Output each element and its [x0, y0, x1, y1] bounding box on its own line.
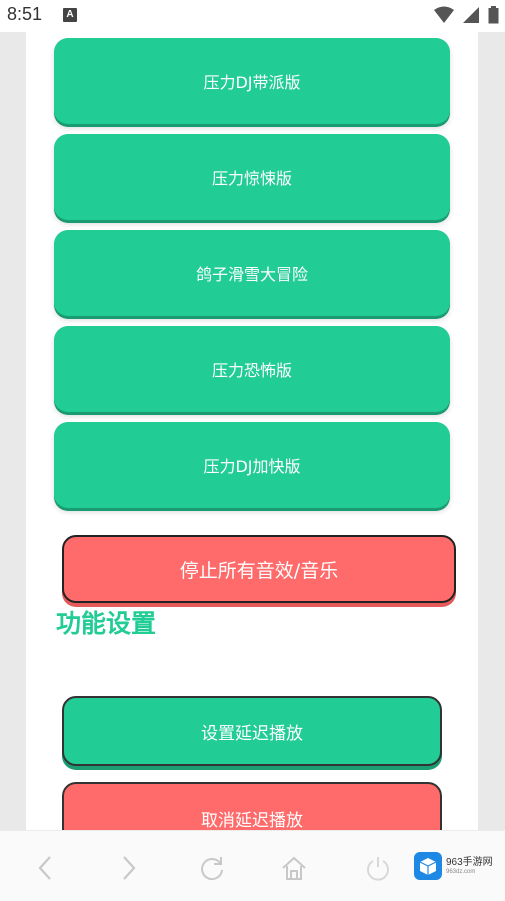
- wifi-icon: [434, 6, 454, 23]
- watermark-box-icon: [414, 852, 442, 880]
- signal-icon: [463, 7, 479, 23]
- watermark-logo: 963手游网 963dz.com: [414, 849, 502, 883]
- forward-icon[interactable]: [110, 851, 146, 885]
- stop-all-sounds-button[interactable]: 停止所有音效/音乐: [62, 535, 456, 603]
- status-bar: 8:51 A: [0, 0, 505, 32]
- refresh-icon[interactable]: [194, 851, 230, 885]
- power-icon[interactable]: [360, 851, 396, 885]
- status-time: 8:51: [7, 4, 43, 24]
- sound-button-dj-daipai[interactable]: 压力DJ带派版: [54, 38, 450, 124]
- content-card: 压力DJ带派版 压力惊悚版 鸽子滑雪大冒险 压力恐怖版 压力DJ加快版 停止所有…: [26, 32, 478, 830]
- battery-icon: [488, 6, 499, 24]
- cancel-delay-button[interactable]: 取消延迟播放: [62, 782, 442, 830]
- set-delay-button[interactable]: 设置延迟播放: [62, 696, 442, 766]
- sound-button-thriller[interactable]: 压力惊悚版: [54, 134, 450, 220]
- sound-button-dj-fast[interactable]: 压力DJ加快版: [54, 422, 450, 508]
- sound-button-label: 压力惊悚版: [211, 169, 292, 188]
- home-icon[interactable]: [276, 851, 312, 885]
- cancel-delay-label: 取消延迟播放: [201, 810, 303, 831]
- settings-section-title: 功能设置: [56, 609, 157, 638]
- notification-a-icon: A: [63, 8, 77, 22]
- sound-button-pigeon-ski[interactable]: 鸽子滑雪大冒险: [54, 230, 450, 316]
- sound-button-label: 压力DJ加快版: [203, 457, 301, 476]
- sound-button-label: 压力DJ带派版: [203, 73, 301, 92]
- watermark-site: 963dz.com: [446, 869, 476, 875]
- set-delay-label: 设置延迟播放: [201, 723, 303, 744]
- bottom-nav-bar: 963手游网 963dz.com: [0, 830, 505, 901]
- sound-button-horror[interactable]: 压力恐怖版: [54, 326, 450, 412]
- watermark-brand: 963手游网: [446, 857, 493, 868]
- back-icon[interactable]: [28, 851, 64, 885]
- stop-all-sounds-label: 停止所有音效/音乐: [179, 559, 339, 582]
- sound-button-label: 压力恐怖版: [211, 361, 292, 380]
- status-icons: [434, 6, 499, 24]
- sound-button-label: 鸽子滑雪大冒险: [195, 265, 308, 284]
